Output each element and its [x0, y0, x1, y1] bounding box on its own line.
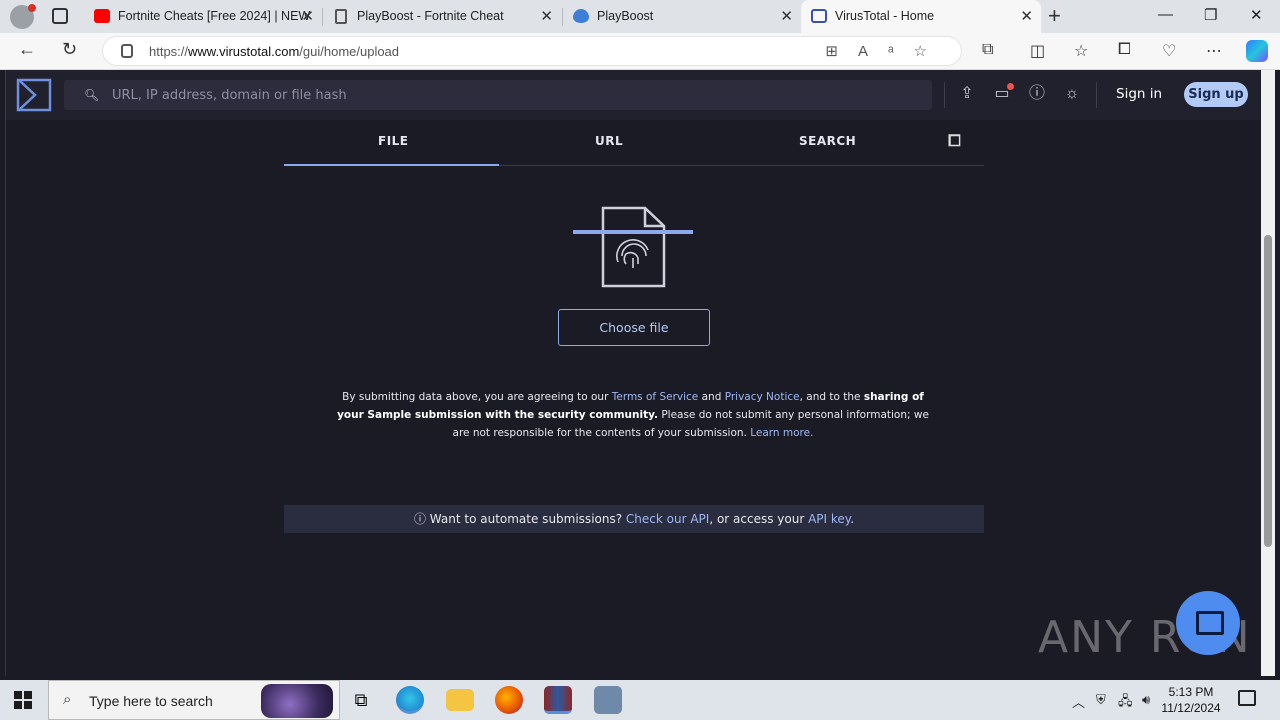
- chat-widget-button[interactable]: [1176, 591, 1240, 655]
- terms-of-service-link[interactable]: Terms of Service: [612, 391, 699, 403]
- edge-browser-icon[interactable]: [396, 686, 424, 714]
- vt-tabs: FILE URL SEARCH ⧠: [284, 120, 984, 166]
- tab-title: PlayBoost: [597, 9, 654, 23]
- volume-icon[interactable]: 🔊︎: [1142, 692, 1150, 708]
- url-text[interactable]: https://www.virustotal.com/gui/home/uplo…: [149, 44, 399, 59]
- browser-tab-playboost-cheat[interactable]: PlayBoost - Fortnite Cheat ✕: [323, 0, 561, 33]
- back-arrow-icon[interactable]: ←: [18, 39, 36, 60]
- taskbar-search-box[interactable]: ⌕ Type here to search: [48, 680, 340, 720]
- minimize-icon[interactable]: —: [1158, 6, 1173, 23]
- info-icon: ⓘ: [413, 512, 430, 526]
- address-bar[interactable]: https://www.virustotal.com/gui/home/uplo…: [102, 36, 962, 66]
- page-icon: [335, 9, 347, 24]
- browser-tab-virustotal[interactable]: VirusTotal - Home ✕: [801, 0, 1041, 33]
- virustotal-page: 🔍︎ ⇪ ▭ ⓘ ☼ Sign in Sign up FILE URL SEAR…: [5, 70, 1262, 676]
- browser-tab-playboost[interactable]: PlayBoost ✕: [563, 0, 801, 33]
- upload-icon[interactable]: ⇪: [957, 84, 977, 104]
- vt-header: 🔍︎ ⇪ ▭ ⓘ ☼ Sign in Sign up: [6, 70, 1262, 120]
- tab-actions-icon[interactable]: [52, 8, 68, 24]
- privacy-notice-link[interactable]: Privacy Notice: [725, 391, 800, 403]
- new-tab-button[interactable]: +: [1048, 3, 1061, 29]
- lock-icon[interactable]: [121, 44, 133, 58]
- more-options-icon[interactable]: ⋯: [1206, 41, 1222, 61]
- firefox-icon[interactable]: [495, 686, 523, 714]
- learn-more-link[interactable]: Learn more.: [750, 427, 813, 439]
- profile-avatar-icon[interactable]: [10, 4, 36, 29]
- header-divider: [944, 82, 945, 108]
- tab-url[interactable]: URL: [595, 134, 623, 148]
- action-center-icon[interactable]: [1238, 690, 1256, 706]
- close-tab-icon[interactable]: ✕: [1020, 0, 1033, 33]
- api-key-link[interactable]: API key: [808, 512, 850, 526]
- vt-search-input[interactable]: [112, 80, 912, 110]
- search-icon: 🔍︎: [84, 88, 100, 102]
- read-aloud-icon[interactable]: Aᵃ: [858, 43, 914, 60]
- playboost-icon: [573, 9, 589, 23]
- file-fingerprint-icon: [573, 206, 693, 288]
- show-hidden-icons-icon[interactable]: ︿: [1072, 692, 1085, 711]
- help-icon[interactable]: ⓘ: [1027, 84, 1047, 104]
- close-tab-icon[interactable]: ✕: [301, 0, 314, 33]
- notification-badge: [1007, 83, 1014, 90]
- taskbar-clock[interactable]: 5:13 PM 11/12/2024: [1160, 684, 1222, 716]
- header-divider: [1096, 82, 1097, 108]
- tab-title: PlayBoost - Fortnite Cheat: [357, 9, 504, 23]
- file-explorer-icon[interactable]: [446, 689, 474, 711]
- refresh-icon[interactable]: ↻: [62, 39, 77, 60]
- terms-notice: By submitting data above, you are agreei…: [337, 391, 929, 439]
- api-banner: ⓘ Want to automate submissions? Check ou…: [284, 505, 984, 533]
- window-close-icon[interactable]: ✕: [1250, 6, 1263, 24]
- tab-advanced-icon[interactable]: ⧠: [948, 133, 961, 151]
- browser-tab-fortnite-cheats[interactable]: Fortnite Cheats [Free 2024] | NEW ✕: [84, 0, 322, 33]
- apps-icon[interactable]: ⊞: [825, 43, 858, 60]
- vt-search-bar[interactable]: 🔍︎: [64, 80, 932, 110]
- search-icon: ⌕: [63, 691, 72, 708]
- virustotal-logo-icon[interactable]: [16, 78, 52, 112]
- clock-time: 5:13 PM: [1168, 685, 1214, 699]
- browser-essentials-icon[interactable]: ♡: [1162, 41, 1176, 61]
- windows-taskbar: ⌕ Type here to search ⧉ ︿ ⛨ 🖧︎ 🔊︎ 5:13 P…: [0, 680, 1280, 720]
- check-api-link[interactable]: Check our API: [626, 512, 709, 526]
- tab-search[interactable]: SEARCH: [799, 134, 856, 148]
- favorite-star-icon[interactable]: ☆: [914, 43, 947, 60]
- restore-icon[interactable]: ❐: [1204, 6, 1217, 24]
- extensions-icon[interactable]: ⧉: [982, 41, 993, 59]
- tab-title: Fortnite Cheats [Free 2024] | NEW: [118, 9, 311, 23]
- tab-file[interactable]: FILE: [378, 134, 409, 148]
- network-icon[interactable]: 🖧︎: [1118, 692, 1133, 714]
- youtube-icon: [94, 9, 110, 23]
- split-screen-icon[interactable]: ◫: [1030, 41, 1045, 61]
- clock-date: 11/12/2024: [1161, 701, 1221, 715]
- tab-title: VirusTotal - Home: [835, 9, 935, 23]
- winrar-icon[interactable]: [544, 686, 572, 714]
- close-tab-icon[interactable]: ✕: [540, 0, 553, 33]
- copilot-icon[interactable]: [1246, 40, 1268, 62]
- taskbar-search-placeholder: Type here to search: [89, 693, 213, 709]
- active-tab-indicator: [284, 164, 499, 166]
- favorites-icon[interactable]: ☆: [1074, 41, 1088, 61]
- virustotal-icon: [811, 9, 827, 23]
- sign-in-link[interactable]: Sign in: [1116, 86, 1162, 102]
- theme-toggle-icon[interactable]: ☼: [1062, 84, 1082, 104]
- security-icon[interactable]: ⛨: [1096, 692, 1106, 708]
- sign-up-button[interactable]: Sign up: [1184, 82, 1248, 107]
- windows-start-icon[interactable]: [14, 691, 32, 709]
- scrollbar-thumb[interactable]: [1264, 235, 1272, 547]
- collections-icon[interactable]: ⧠: [1118, 41, 1131, 59]
- task-view-icon[interactable]: ⧉: [347, 686, 375, 714]
- choose-file-button[interactable]: Choose file: [558, 309, 710, 346]
- app-window-icon[interactable]: [594, 686, 622, 714]
- close-tab-icon[interactable]: ✕: [780, 0, 793, 33]
- address-bar-actions: ⊞Aᵃ☆: [825, 42, 947, 60]
- search-highlight-image: [261, 684, 333, 718]
- page-scrollbar[interactable]: [1261, 70, 1275, 676]
- browser-tab-strip: Fortnite Cheats [Free 2024] | NEW ✕ Play…: [0, 0, 1280, 33]
